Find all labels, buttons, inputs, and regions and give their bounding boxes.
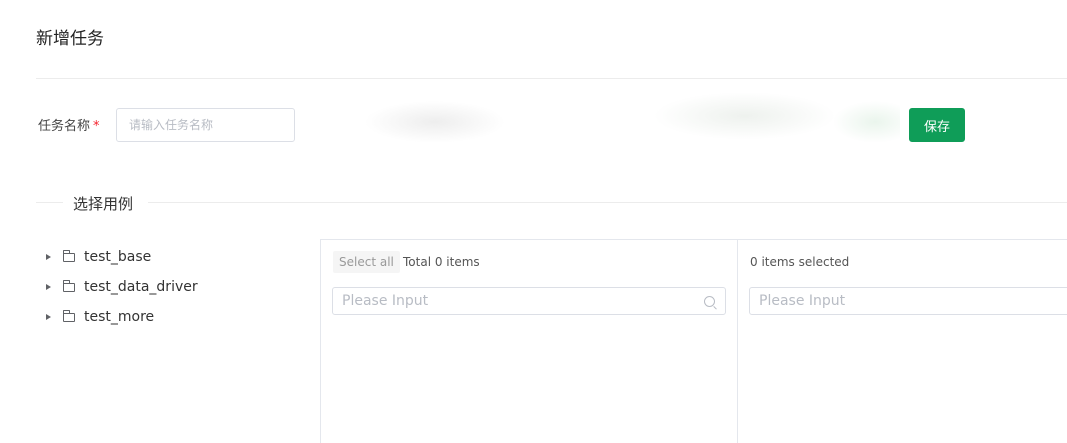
task-name-label-text: 任务名称 [38, 119, 91, 134]
transfer-source-panel: Select all Total 0 items [320, 239, 738, 443]
tree-node-label: test_more [84, 309, 155, 325]
selected-count: 0 items selected [750, 255, 850, 269]
required-mark: * [93, 119, 100, 134]
tree-node-label: test_data_driver [84, 279, 198, 295]
folder-icon [63, 279, 75, 292]
folder-icon [63, 249, 75, 262]
caret-right-icon[interactable] [46, 254, 51, 260]
new-task-page: 新增任务 任务名称* 保存 选择用例 test_base test_data_d… [0, 0, 1067, 443]
task-name-input[interactable] [116, 108, 295, 142]
tree-node-test-data-driver[interactable]: test_data_driver [44, 272, 198, 302]
tree-node-label: test_base [84, 249, 152, 265]
caret-right-icon[interactable] [46, 284, 51, 290]
select-all-button[interactable]: Select all [333, 251, 400, 273]
task-name-label: 任务名称 * [38, 115, 100, 134]
total-count: Total 0 items [403, 255, 480, 269]
section-divider-right [148, 202, 1067, 203]
search-icon [704, 296, 715, 307]
tree-node-test-base[interactable]: test_base [44, 242, 198, 272]
header-divider [36, 78, 1067, 79]
target-search-input[interactable] [749, 287, 1067, 315]
tree-node-test-more[interactable]: test_more [44, 302, 198, 332]
source-search-input[interactable] [332, 287, 726, 315]
page-title: 新增任务 [36, 29, 104, 49]
case-tree: test_base test_data_driver test_more [44, 242, 198, 332]
caret-right-icon[interactable] [46, 314, 51, 320]
section-title: 选择用例 [73, 195, 134, 213]
transfer-target-panel: 0 items selected [737, 239, 1067, 443]
folder-icon [63, 309, 75, 322]
save-button[interactable]: 保存 [909, 108, 965, 142]
obscured-region [315, 86, 900, 166]
section-divider-left [36, 202, 63, 203]
